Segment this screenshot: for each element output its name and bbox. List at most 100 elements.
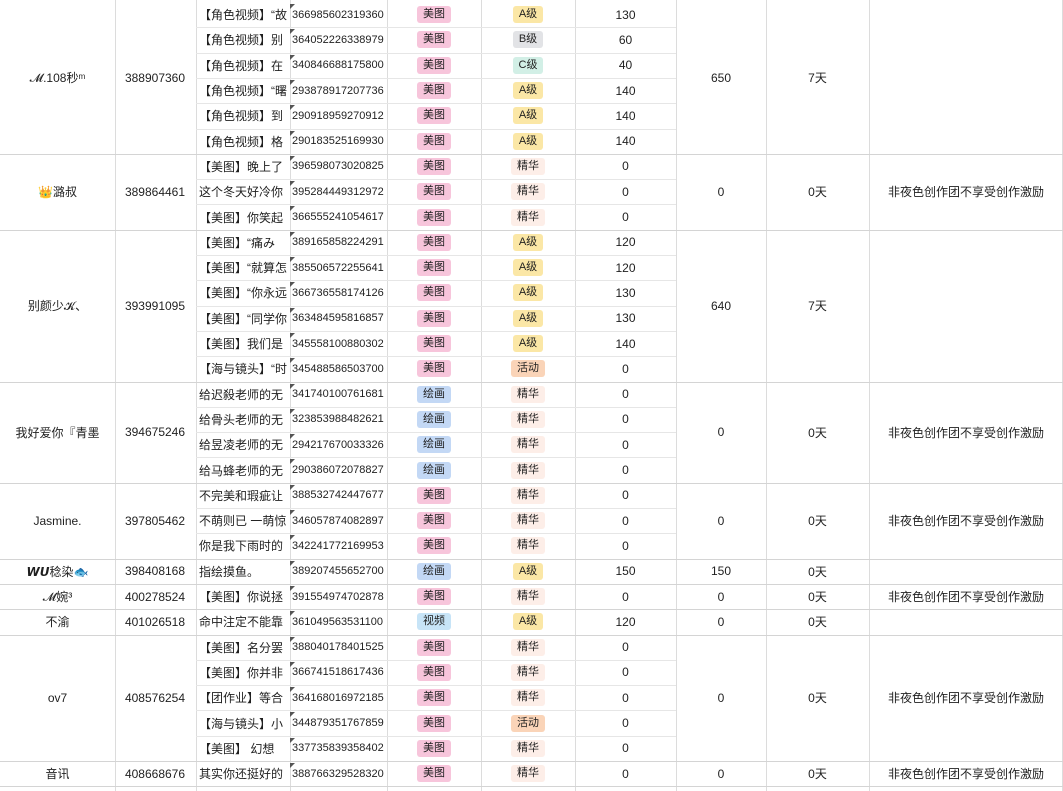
post-title-cell[interactable]: 指绘摸鱼。 [196, 559, 290, 584]
days-cell[interactable]: 0天 [766, 559, 869, 584]
days-cell[interactable]: 0天 [766, 761, 869, 786]
post-id-cell[interactable]: 323853988482621 [290, 407, 387, 432]
grade-cell[interactable]: A级 [481, 280, 575, 305]
post-title-cell[interactable]: 【角色视频】到 [196, 103, 290, 128]
category-cell[interactable]: 美图 [387, 533, 481, 558]
post-title-cell[interactable]: 【美图】我们是 [196, 331, 290, 356]
post-title-cell[interactable]: 【美图】“同学你 [196, 306, 290, 331]
score-cell[interactable]: 0 [575, 407, 676, 432]
user-id-cell[interactable]: 397805462 [115, 483, 195, 559]
grade-cell[interactable]: 精华 [481, 154, 575, 179]
username-cell[interactable]: ov7 [0, 635, 115, 762]
category-cell[interactable]: 美图 [387, 736, 481, 761]
days-cell[interactable]: 7天 [766, 230, 869, 382]
incentive-note-cell[interactable] [869, 609, 1063, 634]
score-cell[interactable]: 120 [575, 609, 676, 634]
username-cell[interactable]: 别颜少𝓚、 [0, 230, 115, 382]
category-cell[interactable]: 美图 [387, 584, 481, 609]
category-cell[interactable]: 美图 [387, 154, 481, 179]
total-score-cell[interactable]: 0 [676, 584, 766, 609]
post-id-cell[interactable]: 366741518617436 [290, 660, 387, 685]
category-cell[interactable]: 美图 [387, 2, 481, 27]
score-cell[interactable]: 0 [575, 736, 676, 761]
post-id-cell[interactable]: 366985602319360 [290, 2, 387, 27]
score-cell[interactable]: 0 [575, 761, 676, 786]
category-cell[interactable]: 美图 [387, 179, 481, 204]
user-id-cell[interactable]: 394675246 [115, 382, 195, 483]
category-cell[interactable]: 美图 [387, 508, 481, 533]
user-id-cell[interactable]: 408576254 [115, 635, 195, 762]
score-cell[interactable]: 130 [575, 2, 676, 27]
score-cell[interactable]: 0 [575, 508, 676, 533]
grade-cell[interactable]: A级 [481, 331, 575, 356]
score-cell[interactable]: 140 [575, 103, 676, 128]
score-cell[interactable]: 0 [575, 635, 676, 660]
user-id-cell[interactable]: 398408168 [115, 559, 195, 584]
category-cell[interactable]: 视频 [387, 609, 481, 634]
score-cell[interactable]: 140 [575, 331, 676, 356]
post-title-cell[interactable]: 【美图】名分罢 [196, 635, 290, 660]
category-cell[interactable]: 美图 [387, 710, 481, 735]
score-cell[interactable]: 0 [575, 710, 676, 735]
grade-cell[interactable]: A级 [481, 559, 575, 584]
category-cell[interactable]: 美图 [387, 483, 481, 508]
score-cell[interactable]: 140 [575, 78, 676, 103]
post-title-cell[interactable]: 【美图】 幻想 [196, 736, 290, 761]
post-id-cell[interactable]: 290386072078827 [290, 457, 387, 482]
total-score-cell[interactable]: 0 [676, 609, 766, 634]
score-cell[interactable]: 130 [575, 280, 676, 305]
post-title-cell[interactable]: 不完美和瑕疵让 [196, 483, 290, 508]
post-title-cell[interactable]: 【角色视频】“故 [196, 2, 290, 27]
post-title-cell[interactable]: 【海与镜头】“时 [196, 356, 290, 381]
grade-cell[interactable]: A级 [481, 2, 575, 27]
post-title-cell[interactable]: 给骨头老师的无 [196, 407, 290, 432]
incentive-note-cell[interactable]: 非夜色创作团不享受创作激励 [869, 382, 1063, 483]
category-cell[interactable]: 美图 [387, 53, 481, 78]
post-id-cell[interactable]: 346057874082897 [290, 508, 387, 533]
incentive-note-cell[interactable] [869, 559, 1063, 584]
total-score-cell[interactable]: 150 [676, 559, 766, 584]
total-score-cell[interactable]: 640 [676, 230, 766, 382]
category-cell[interactable]: 绘画 [387, 382, 481, 407]
grade-cell[interactable]: A级 [481, 103, 575, 128]
post-id-cell[interactable]: 395284449312972 [290, 179, 387, 204]
grade-cell[interactable]: 活动 [481, 710, 575, 735]
days-cell[interactable]: 7天 [766, 2, 869, 154]
grade-cell[interactable]: 精华 [481, 635, 575, 660]
category-cell[interactable]: 美图 [387, 204, 481, 229]
days-cell[interactable]: 0天 [766, 382, 869, 483]
incentive-note-cell[interactable]: 非夜色创作团不享受创作激励 [869, 154, 1063, 230]
post-id-cell[interactable]: 290918959270912 [290, 103, 387, 128]
category-cell[interactable]: 美图 [387, 129, 481, 154]
grade-cell[interactable]: 精华 [481, 382, 575, 407]
grade-cell[interactable]: 精华 [481, 179, 575, 204]
score-cell[interactable]: 0 [575, 584, 676, 609]
category-cell[interactable]: 绘画 [387, 432, 481, 457]
score-cell[interactable]: 0 [575, 154, 676, 179]
post-id-cell[interactable]: 388532742447677 [290, 483, 387, 508]
score-cell[interactable]: 0 [575, 204, 676, 229]
post-id-cell[interactable]: 366555241054617 [290, 204, 387, 229]
user-id-cell[interactable]: 389864461 [115, 154, 195, 230]
category-cell[interactable]: 绘画 [387, 407, 481, 432]
post-id-cell[interactable]: 363484595816857 [290, 306, 387, 331]
post-id-cell[interactable]: 389207455652700 [290, 559, 387, 584]
category-cell[interactable]: 美图 [387, 356, 481, 381]
post-id-cell[interactable]: 293878917207736 [290, 78, 387, 103]
days-cell[interactable]: 0天 [766, 154, 869, 230]
username-cell[interactable]: 👑潞叔 [0, 154, 115, 230]
score-cell[interactable]: 0 [575, 533, 676, 558]
score-cell[interactable]: 120 [575, 255, 676, 280]
incentive-note-cell[interactable]: 非夜色创作团不享受创作激励 [869, 635, 1063, 762]
category-cell[interactable]: 美图 [387, 331, 481, 356]
post-id-cell[interactable]: 361049563531100 [290, 609, 387, 634]
post-id-cell[interactable]: 388766329528320 [290, 761, 387, 786]
category-cell[interactable]: 美图 [387, 660, 481, 685]
grade-cell[interactable]: 精华 [481, 432, 575, 457]
score-cell[interactable]: 130 [575, 306, 676, 331]
post-title-cell[interactable]: 不萌则已 一萌惊 [196, 508, 290, 533]
category-cell[interactable]: 美图 [387, 230, 481, 255]
post-title-cell[interactable]: 【角色视频】“曙 [196, 78, 290, 103]
days-cell[interactable]: 0天 [766, 609, 869, 634]
post-title-cell[interactable]: 给马蜂老师的无 [196, 457, 290, 482]
